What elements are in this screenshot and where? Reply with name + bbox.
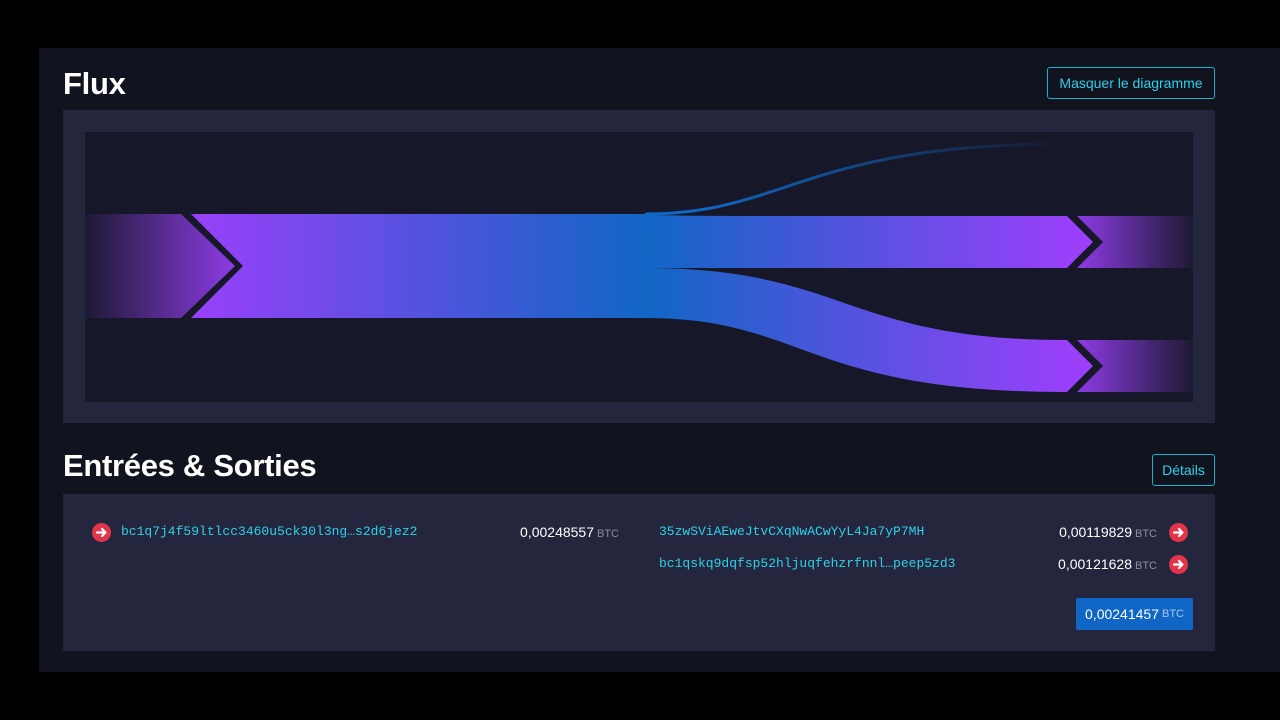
output-amount-2-unit: BTC <box>1135 560 1157 572</box>
details-button[interactable]: Détails <box>1152 454 1215 486</box>
arrow-right-icon[interactable] <box>92 523 111 542</box>
flow-diagram <box>63 110 1215 423</box>
output-amount-2-value: 0,00121628 <box>1058 556 1132 572</box>
sankey-diagram <box>85 132 1193 402</box>
total-amount-badge: 0,00241457 BTC <box>1076 598 1193 630</box>
output-address-2[interactable]: bc1qskq9dqfsp52hljuqfehzrfnnl…peep5zd3 <box>659 556 955 571</box>
hide-diagram-button[interactable]: Masquer le diagramme <box>1047 67 1215 99</box>
output-amount-1-unit: BTC <box>1135 528 1157 540</box>
input-amount-value: 0,00248557 <box>520 524 594 540</box>
arrow-right-icon[interactable] <box>1169 555 1188 574</box>
output-flow-1 <box>645 215 1093 268</box>
main-flow <box>191 214 645 318</box>
output-amount-1-value: 0,00119829 <box>1059 524 1132 540</box>
inputs-outputs-box <box>63 494 1215 651</box>
input-address[interactable]: bc1q7j4f59ltlcc3460u5ck30l3ng…s2d6jez2 <box>121 524 417 539</box>
output-amount-1: 0,00119829 BTC <box>1059 524 1157 540</box>
input-amount: 0,00248557 BTC <box>520 524 619 540</box>
total-amount-value: 0,00241457 <box>1085 606 1159 622</box>
output-amount-2: 0,00121628 BTC <box>1058 556 1157 572</box>
input-amount-unit: BTC <box>597 528 619 540</box>
total-amount-unit: BTC <box>1161 608 1184 620</box>
arrow-right-icon[interactable] <box>1169 523 1188 542</box>
flux-title: Flux <box>63 66 126 101</box>
io-title: Entrées & Sorties <box>63 448 317 483</box>
output-address-1[interactable]: 35zwSViAEweJtvCXqNwACwYyL4Ja7yP7MH <box>659 524 924 539</box>
